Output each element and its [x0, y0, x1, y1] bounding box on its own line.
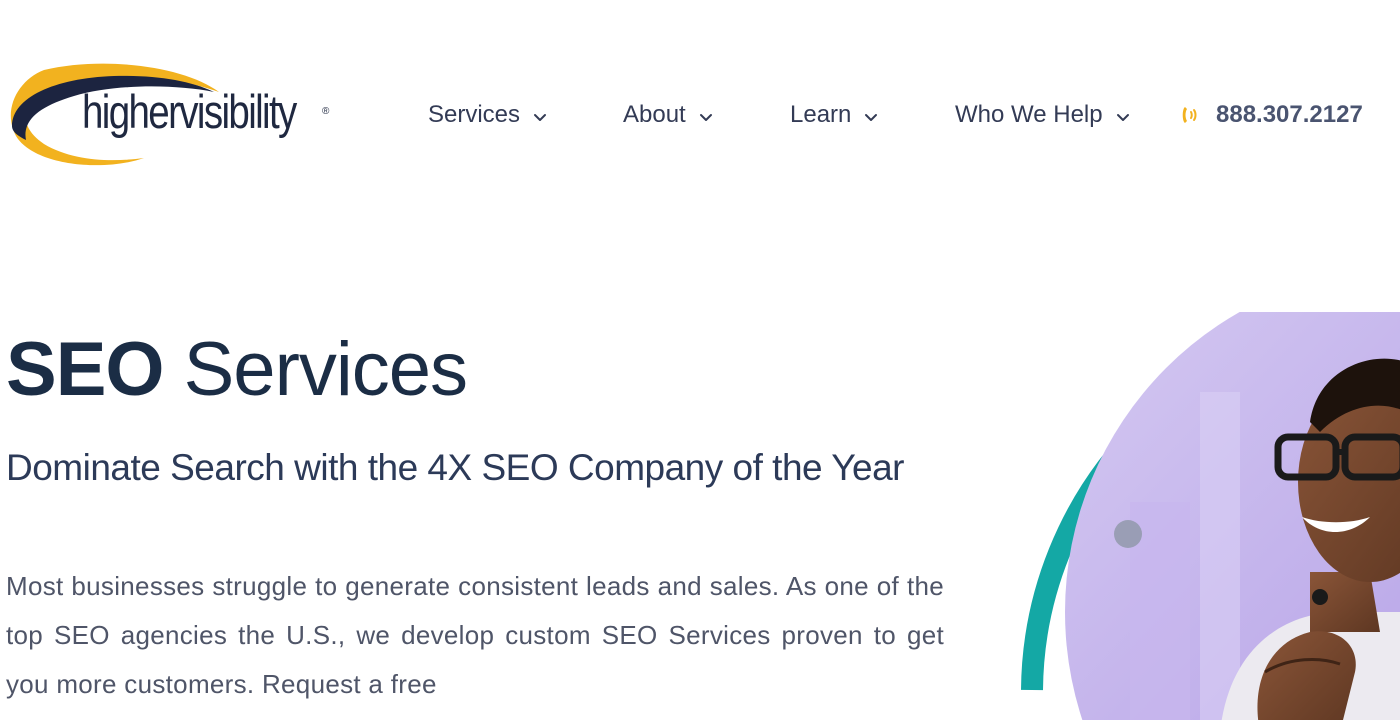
- page-title-light: Services: [163, 327, 468, 412]
- phone-number: 888.307.2127: [1216, 101, 1363, 128]
- chevron-down-icon: [1116, 114, 1129, 121]
- page-title: SEO Services: [6, 326, 468, 413]
- registered-mark: ®: [322, 106, 330, 117]
- page: highervisibility ® Services About Learn …: [0, 0, 1400, 720]
- nav-label: Learn: [790, 101, 852, 128]
- nav-label: About: [623, 101, 686, 128]
- hero-description: Most businesses struggle to generate con…: [6, 571, 944, 699]
- hero-image: [1010, 307, 1400, 720]
- page-title-bold: SEO: [6, 327, 164, 412]
- nav-item-about[interactable]: About: [623, 98, 714, 132]
- nav-item-learn[interactable]: Learn: [790, 98, 879, 132]
- nav-item-who-we-help[interactable]: Who We Help: [955, 98, 1131, 132]
- phone-link[interactable]: 888.307.2127: [1178, 98, 1363, 132]
- chevron-down-icon: [699, 114, 712, 121]
- logo-link[interactable]: highervisibility ®: [4, 62, 334, 166]
- smiling-woman-photo: [1021, 307, 1400, 720]
- phone-icon: [1182, 107, 1197, 123]
- hero-subtitle: Dominate Search with the 4X SEO Company …: [6, 447, 904, 488]
- chevron-down-icon: [534, 114, 547, 121]
- nav-label: Services: [428, 101, 521, 128]
- nav-label: Who We Help: [955, 101, 1103, 128]
- logo-text: highervisibility: [82, 85, 297, 138]
- nav-item-services[interactable]: Services: [428, 98, 548, 132]
- chevron-down-icon: [865, 114, 878, 121]
